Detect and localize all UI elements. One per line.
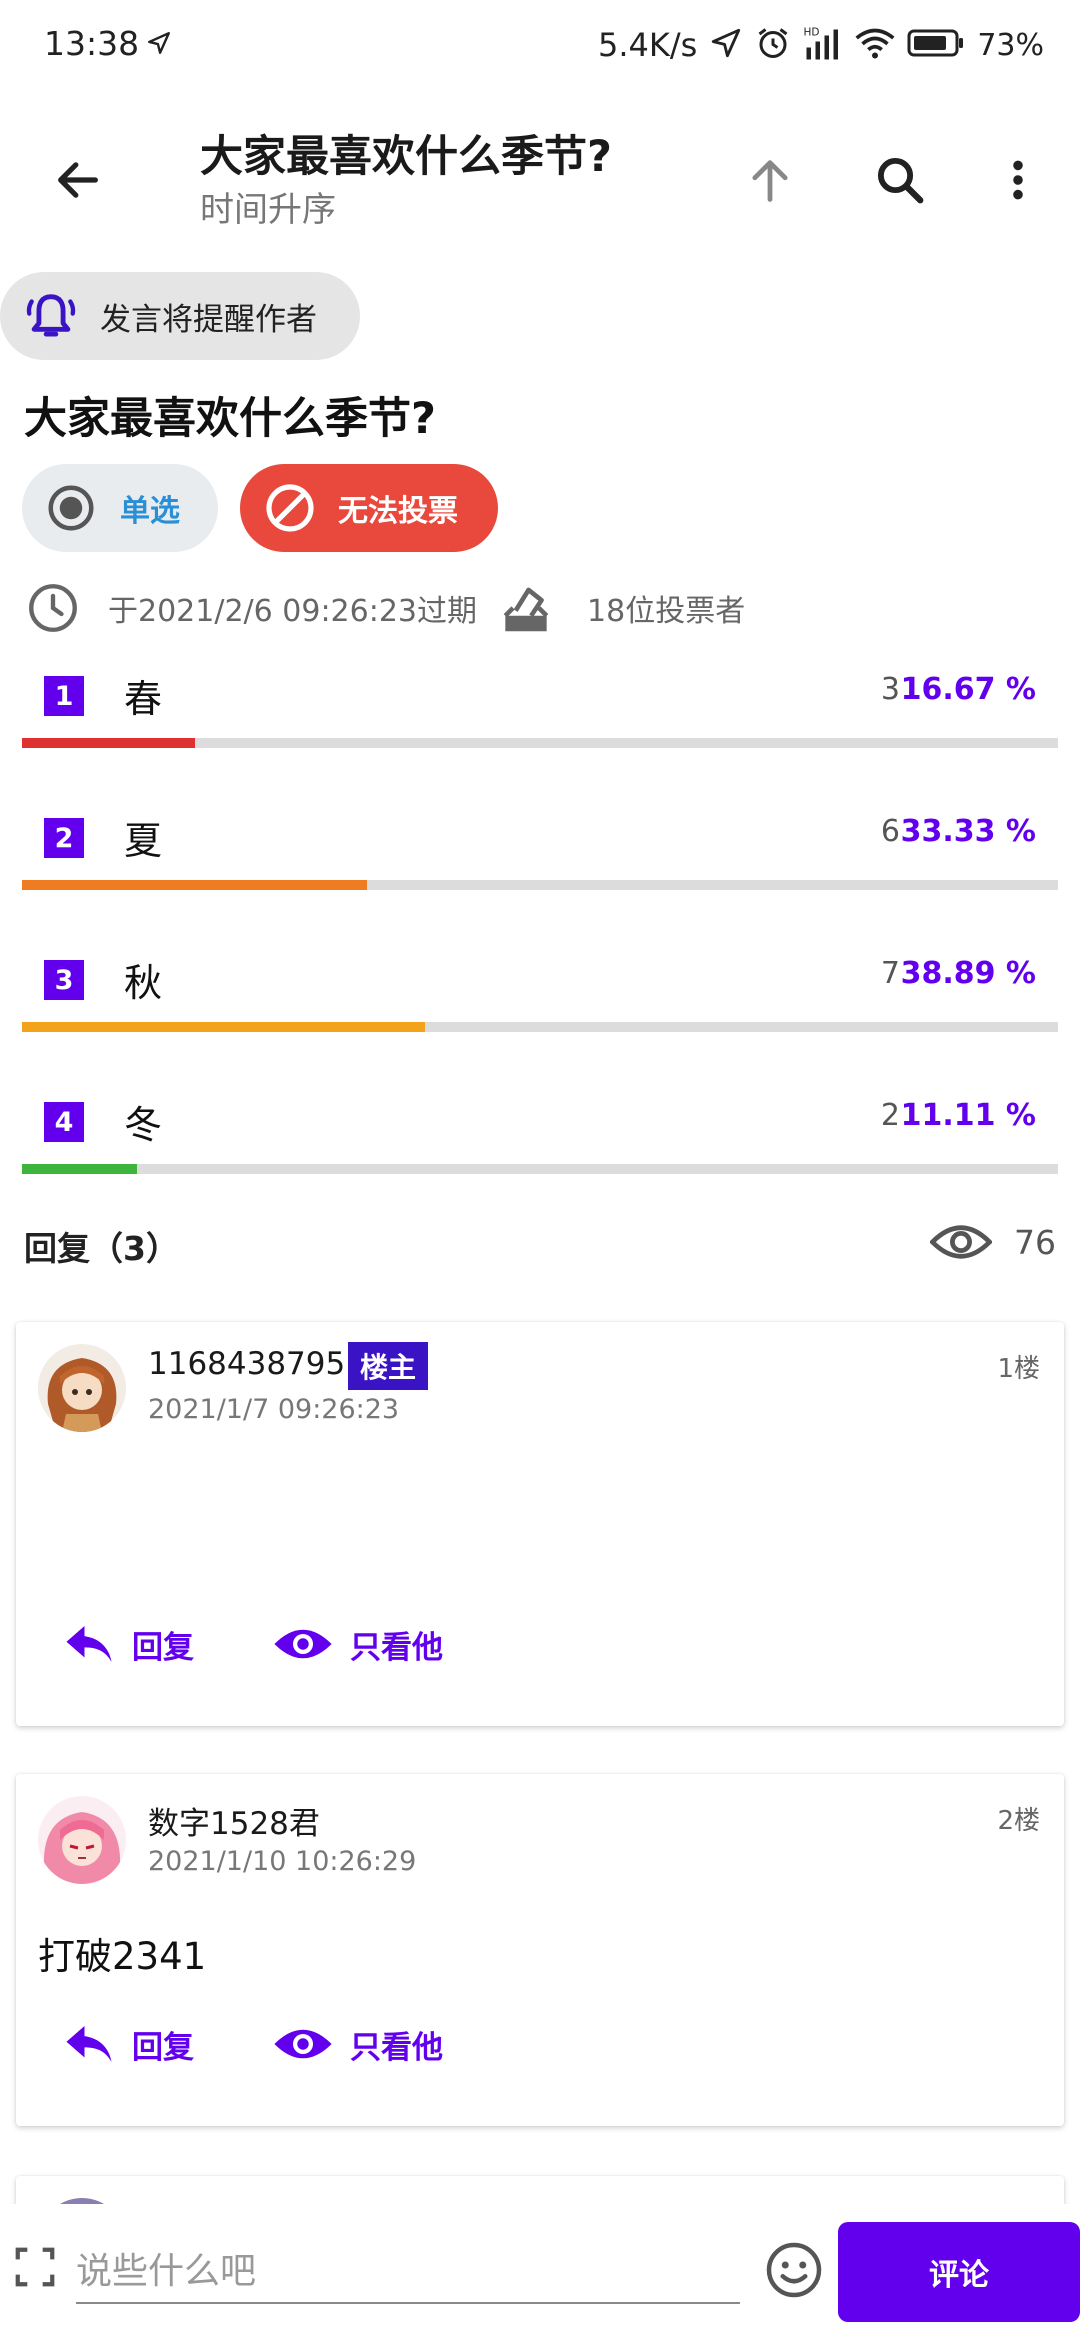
signal-icon: HD: [803, 25, 843, 65]
author-badge: 楼主: [348, 1342, 429, 1390]
post-floor: 2楼: [997, 1806, 1040, 1836]
option-percent: 33.33 %: [900, 814, 1036, 849]
poll-meta: 于2021/2/6 09:26:23过期 18位投票者: [24, 576, 745, 640]
battery-percent: 73%: [977, 27, 1044, 63]
option-label: 春: [124, 677, 163, 721]
location-arrow-icon: [146, 30, 172, 60]
more-options-button[interactable]: [978, 140, 1058, 220]
reply-card: 数字1528君 2021/1/10 10:26:29 2楼 打破2341 回复 …: [16, 1774, 1064, 2126]
option-percent: 11.11 %: [900, 1098, 1036, 1133]
option-progress-track: [22, 1164, 1058, 1174]
option-progress-fill: [22, 880, 368, 890]
option-progress-track: [22, 738, 1058, 748]
wifi-icon: [855, 25, 895, 65]
option-number: 4: [44, 1102, 84, 1142]
view-count: 76: [930, 1214, 1056, 1270]
top-app-bar: 大家最喜欢什么季节? 时间升序: [0, 90, 1080, 258]
option-progress-track: [22, 880, 1058, 890]
net-speed: 5.4K/s: [597, 26, 698, 64]
option-label: 秋: [124, 961, 163, 1005]
option-progress-fill: [22, 1164, 138, 1174]
post-time: 2021/1/10 10:26:29: [148, 1846, 417, 1877]
clock-icon: [29, 584, 77, 632]
poll-mode-label: 单选: [120, 494, 180, 529]
poll-status-chip: 无法投票: [240, 464, 498, 552]
option-vote-count: 3: [880, 672, 900, 707]
poll-status-label: 无法投票: [338, 494, 458, 529]
avatar[interactable]: [38, 1796, 126, 1884]
reply-button[interactable]: 回复: [62, 1614, 194, 1674]
eye-icon: [274, 2029, 332, 2059]
svg-text:HD: HD: [804, 27, 820, 39]
poll-thread-screen: 13:38 5.4K/s HD 73% 大家最喜欢什么季节? 时间升序 发言将提…: [0, 0, 1080, 2340]
radio-checked-icon: [48, 485, 94, 531]
option-label: 夏: [124, 819, 163, 863]
post-username[interactable]: 数字1528君: [148, 1798, 320, 1843]
remind-chip-label: 发言将提醒作者: [100, 301, 317, 338]
poll-title: 大家最喜欢什么季节?: [24, 394, 436, 444]
option-progress-track: [22, 1022, 1058, 1032]
only-view-author-label: 只看他: [350, 1629, 443, 1666]
search-icon: [877, 157, 924, 204]
option-label: 冬: [124, 1103, 163, 1147]
search-button[interactable]: [860, 140, 940, 220]
reply-button-label: 回复: [132, 2029, 194, 2066]
poll-mode-chip: 单选: [22, 464, 218, 552]
reply-icon: [66, 2026, 112, 2062]
status-time: 13:38: [44, 24, 140, 63]
only-view-author-label: 只看他: [350, 2029, 443, 2066]
bell-ring-icon: [26, 294, 76, 337]
eye-icon: [274, 1629, 332, 1659]
emoji-icon[interactable]: [764, 2240, 824, 2300]
send-comment-button[interactable]: 评论: [838, 2222, 1080, 2322]
back-button[interactable]: [40, 142, 116, 218]
only-view-author-button[interactable]: 只看他: [272, 2014, 443, 2074]
comment-input-bar: 说些什么吧 评论: [0, 2204, 1080, 2340]
reply-button-label: 回复: [132, 1629, 194, 1666]
status-bar: 13:38 5.4K/s HD 73%: [0, 0, 1080, 90]
option-number: 2: [44, 818, 84, 858]
poll-voters-text: 18位投票者: [587, 594, 746, 629]
poll-expire-text: 于2021/2/6 09:26:23过期: [108, 594, 478, 629]
alarm-icon: [755, 25, 791, 65]
post-content: 打破2341: [38, 1935, 207, 1978]
view-count-value: 76: [1014, 1222, 1056, 1262]
option-percent: 16.67 %: [900, 672, 1036, 707]
arrow-up-icon: [752, 160, 788, 202]
navigation-icon: [709, 26, 743, 64]
option-percent: 38.89 %: [900, 956, 1036, 991]
avatar[interactable]: [38, 1344, 126, 1432]
arrow-back-icon: [58, 162, 98, 198]
only-view-author-button[interactable]: 只看他: [272, 1614, 443, 1674]
ballot-box-icon: [503, 587, 549, 632]
option-vote-count: 2: [880, 1098, 900, 1133]
post-floor: 1楼: [997, 1354, 1040, 1384]
option-number: 1: [44, 676, 84, 716]
post-time: 2021/1/7 09:26:23: [148, 1394, 400, 1425]
option-progress-fill: [22, 1022, 425, 1032]
reply-icon: [66, 1626, 112, 1662]
reply-button[interactable]: 回复: [62, 2014, 194, 2074]
poll-option: 3 秋 7 38.89 %: [22, 930, 1058, 1050]
option-vote-count: 7: [880, 956, 900, 991]
reply-card: 1168438795 楼主 2021/1/7 09:26:23 1楼 回复 只看…: [16, 1322, 1064, 1726]
sort-order-subtitle: 时间升序: [200, 190, 336, 230]
option-number: 3: [44, 960, 84, 1000]
more-vert-icon: [1013, 160, 1023, 200]
option-progress-fill: [22, 738, 195, 748]
block-icon: [266, 484, 314, 532]
option-vote-count: 6: [880, 814, 900, 849]
post-username[interactable]: 1168438795: [148, 1346, 345, 1382]
sort-toggle-button[interactable]: [730, 140, 810, 220]
page-title: 大家最喜欢什么季节?: [200, 132, 612, 182]
fullscreen-icon[interactable]: [12, 2244, 58, 2290]
battery-icon: [907, 28, 965, 62]
comment-input[interactable]: 说些什么吧: [76, 2232, 740, 2304]
poll-option: 4 冬 2 11.11 %: [22, 1072, 1058, 1192]
poll-option: 2 夏 6 33.33 %: [22, 788, 1058, 908]
eye-icon: [930, 1225, 992, 1259]
remind-author-chip[interactable]: 发言将提醒作者: [0, 272, 360, 360]
poll-option: 1 春 3 16.67 %: [22, 646, 1058, 766]
replies-header: 回复（3）: [24, 1229, 179, 1268]
